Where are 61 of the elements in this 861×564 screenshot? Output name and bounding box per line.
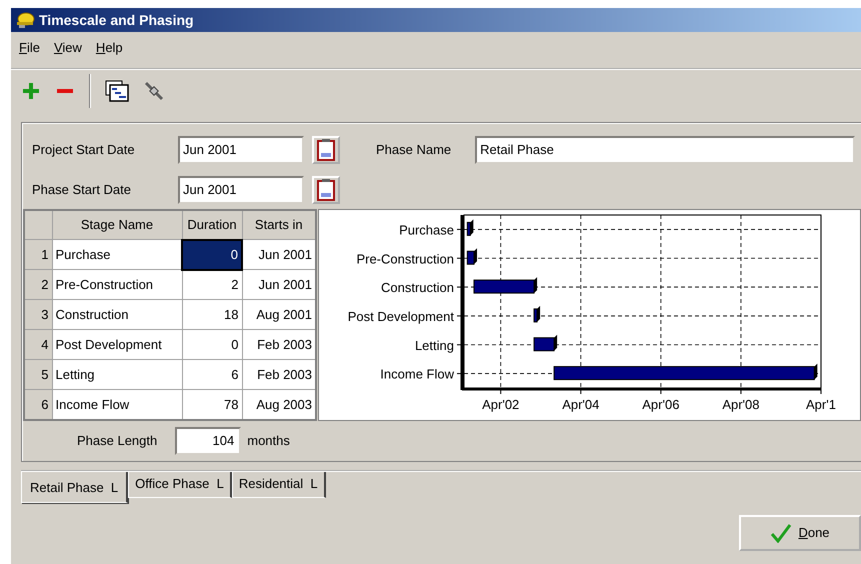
menu-item[interactable]: Help: [96, 38, 123, 58]
table-cell[interactable]: 2: [182, 270, 242, 300]
tool-icon: [143, 80, 165, 102]
row-number: 6: [24, 390, 52, 420]
text-field[interactable]: Retail Phase: [475, 136, 855, 164]
tab[interactable]: Retail Phase L: [21, 472, 128, 503]
gantt-bar: [534, 305, 540, 322]
remove-icon: [57, 88, 73, 92]
tick-label: Apr'1: [806, 396, 836, 412]
category-label: Construction: [381, 280, 454, 295]
unit-label: months: [247, 432, 290, 450]
row-number: 5: [24, 360, 52, 390]
row-number: 3: [24, 300, 52, 330]
row-number: 4: [24, 330, 52, 360]
check-icon: [770, 523, 792, 543]
tick-label: Apr'08: [722, 396, 760, 412]
tab[interactable]: Office Phase L: [128, 472, 232, 498]
menu-item[interactable]: File: [19, 38, 40, 58]
table-cell[interactable]: Post Development: [52, 330, 182, 360]
gantt-bar: [466, 218, 474, 236]
table-cell[interactable]: Construction: [52, 300, 182, 330]
tab[interactable]: Residential L: [232, 472, 326, 498]
table-cell[interactable]: 18: [182, 300, 242, 330]
field-label: Phase Start Date: [32, 180, 132, 199]
row-number: 2: [24, 270, 52, 300]
category-label: Purchase: [399, 222, 454, 237]
done-button[interactable]: Done: [739, 515, 861, 551]
table-cell[interactable]: 6: [182, 360, 242, 390]
category-label: Income Flow: [380, 366, 454, 382]
tick-label: Apr'06: [642, 396, 680, 412]
column-header: Starts in: [242, 210, 316, 240]
tool-button[interactable]: [143, 80, 165, 102]
table-cell[interactable]: Pre-Construction: [52, 270, 182, 300]
hard-hat-icon: [15, 11, 35, 29]
number-field[interactable]: 104: [175, 426, 242, 454]
category-label: Pre-Construction: [356, 250, 454, 266]
table-cell[interactable]: Letting: [52, 360, 182, 390]
tick-label: Apr'02: [482, 396, 520, 412]
window-title: Timescale and Phasing: [39, 10, 194, 30]
field-label: Project Start Date: [32, 140, 136, 159]
table-cell[interactable]: 0: [182, 240, 242, 270]
gantt-bar: [474, 276, 538, 294]
gantt-view-button[interactable]: [105, 80, 129, 102]
field-label: Phase Length: [77, 432, 158, 450]
row-number: 1: [24, 240, 52, 270]
calendar-button[interactable]: [312, 136, 340, 164]
add-icon: [23, 82, 39, 98]
column-header: Stage Name: [52, 210, 182, 240]
menu-item[interactable]: View: [54, 38, 82, 58]
tick-label: Apr'04: [562, 396, 600, 412]
column-header: Duration: [182, 210, 242, 240]
category-label: Letting: [414, 337, 454, 352]
date-field[interactable]: Jun 2001: [178, 136, 304, 164]
gantt-bar: [534, 334, 558, 351]
field-label: Phase Name: [376, 140, 452, 159]
calendar-button[interactable]: [312, 176, 340, 204]
gantt-view-icon: [105, 80, 129, 102]
date-field[interactable]: Jun 2001: [178, 176, 304, 204]
category-label: Post Development: [348, 308, 454, 324]
table-cell[interactable]: 0: [182, 330, 242, 360]
gantt-bar: [466, 248, 477, 264]
